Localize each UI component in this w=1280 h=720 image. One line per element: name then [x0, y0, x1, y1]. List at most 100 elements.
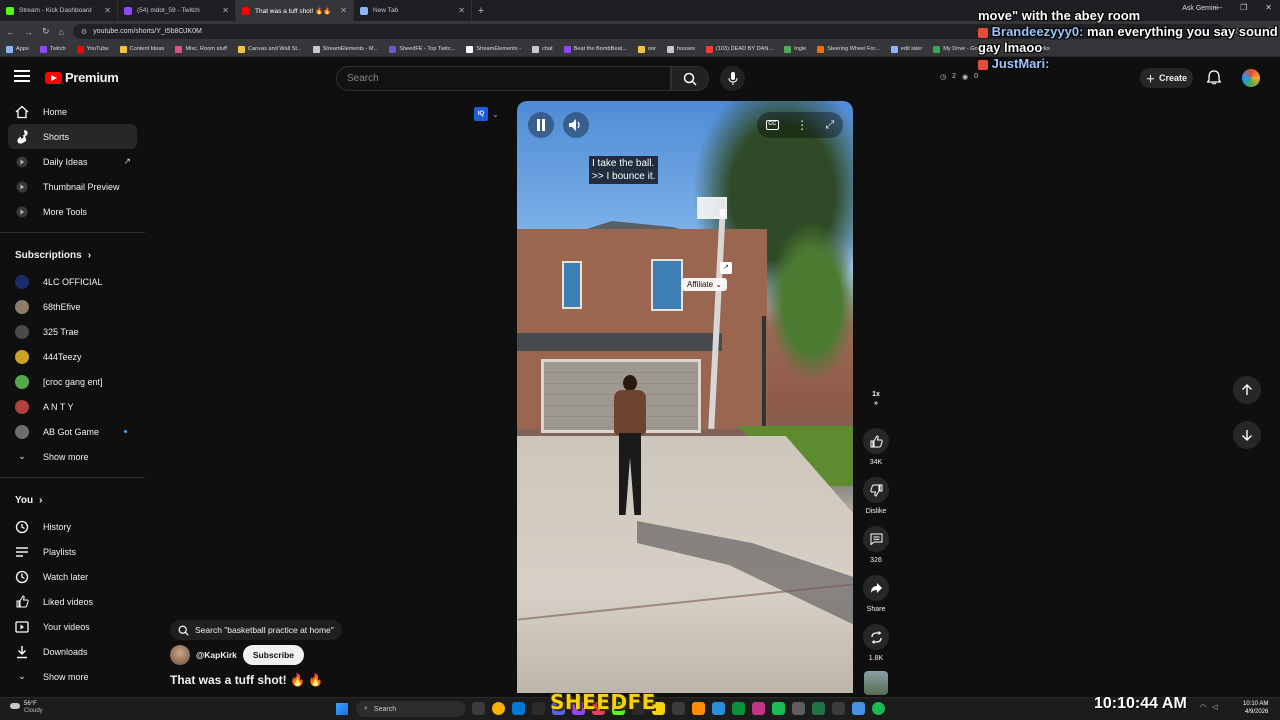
sidebar-item-daily-ideas[interactable]: Daily Ideas ↗ — [0, 149, 145, 174]
bookmark-item[interactable]: Misc. Room stuff — [175, 45, 227, 53]
subscription-item[interactable]: 325 Trae — [0, 319, 145, 344]
subscriptions-heading[interactable]: Subscriptions › — [0, 241, 145, 269]
sidebar-item-watch-later[interactable]: Watch later — [0, 564, 145, 589]
sidebar-item-downloads[interactable]: Downloads — [0, 639, 145, 664]
subscription-item[interactable]: AB Got Game — [0, 419, 145, 444]
system-clock[interactable]: 10:10 AM 4/9/2026 — [1243, 700, 1268, 716]
search-input[interactable]: Search — [336, 66, 671, 91]
taskbar-search[interactable]: ⌕ Search — [356, 701, 466, 717]
search-suggestion-chip[interactable]: Search "basketball practice at home" — [170, 620, 342, 640]
site-info-icon[interactable]: ⚙ — [81, 28, 87, 36]
reload-icon[interactable]: ↻ — [42, 26, 50, 37]
subscription-item[interactable]: A N T Y — [0, 394, 145, 419]
close-tab-icon[interactable]: ✕ — [222, 6, 229, 15]
you-heading[interactable]: You › — [0, 486, 145, 514]
close-tab-icon[interactable]: ✕ — [104, 6, 111, 15]
bookmark-item[interactable]: Content Ideas — [119, 45, 164, 53]
bookmark-item[interactable]: chat — [532, 45, 553, 53]
bookmark-item[interactable]: Canvas and Wall St... — [238, 45, 302, 53]
sidebar-item-thumbnail-preview[interactable]: Thumbnail Preview — [0, 174, 145, 199]
bookmark-item[interactable]: Ingle — [784, 45, 806, 53]
sidebar-item-shorts[interactable]: Shorts — [8, 124, 137, 149]
affiliate-tag[interactable]: Affiliate ⌄ — [682, 278, 728, 291]
bookmark-item[interactable]: StreamElements - M... — [312, 45, 378, 53]
app-icon[interactable] — [752, 702, 765, 715]
app-icon[interactable] — [772, 702, 785, 715]
app-icon[interactable] — [792, 702, 805, 715]
subscription-item[interactable]: [croc gang ent] — [0, 369, 145, 394]
bookmark-item[interactable]: Apps — [6, 45, 29, 53]
browser-tab[interactable]: Stream - Kick Dashboard ✕ — [0, 0, 118, 21]
captions-icon[interactable]: CC — [765, 120, 779, 130]
previous-short-button[interactable] — [1233, 376, 1261, 404]
guide-menu-icon[interactable] — [14, 70, 30, 82]
home-browser-icon[interactable]: ⌂ — [59, 27, 64, 37]
bookmark-item[interactable]: (103) DEAD BY DAN... — [705, 45, 773, 53]
bookmark-item[interactable]: Beat the BombBeat... — [563, 45, 627, 53]
app-icon[interactable] — [692, 702, 705, 715]
excel-icon[interactable] — [812, 702, 825, 715]
show-more-subscriptions[interactable]: ⌄ Show more — [0, 444, 145, 469]
next-short-button[interactable] — [1233, 421, 1261, 449]
notifications-button[interactable] — [1206, 70, 1222, 88]
bookmark-item[interactable]: StreamElements - — [466, 45, 521, 53]
external-link-icon[interactable]: ↗ — [720, 262, 732, 274]
subscribe-button[interactable]: Subscribe — [242, 645, 304, 665]
pause-button[interactable] — [528, 112, 554, 138]
speaker-icon[interactable]: ◁ — [1212, 703, 1217, 711]
fullscreen-icon[interactable]: ⤢ — [825, 119, 834, 132]
dislike-button[interactable] — [863, 477, 889, 503]
share-button[interactable] — [863, 575, 889, 601]
app-icon[interactable] — [732, 702, 745, 715]
browser-tab[interactable]: (54) mdot_59 - Twitch ✕ — [118, 0, 236, 21]
extension-tool[interactable]: IQ ⌄ — [474, 107, 499, 121]
bookmark-item[interactable]: houses — [666, 45, 695, 53]
weather-widget[interactable]: 56°F Cloudy — [10, 701, 43, 715]
bookmark-item[interactable]: Steering Wheel For... — [817, 45, 880, 53]
subscription-item[interactable]: 4LC OFFICIAL — [0, 269, 145, 294]
file-explorer-icon[interactable] — [472, 702, 485, 715]
channel-avatar[interactable] — [170, 645, 190, 665]
bookmark-item[interactable]: YouTube — [76, 45, 109, 53]
app-icon[interactable] — [852, 702, 865, 715]
sidebar-item-more-tools[interactable]: More Tools — [0, 199, 145, 224]
windows-start-icon[interactable] — [336, 703, 348, 715]
shorts-video-player[interactable]: CC ⋮ ⤢ I take the ball. >> I bounce it. … — [517, 101, 853, 693]
app-icon[interactable] — [832, 702, 845, 715]
edge-icon[interactable] — [512, 702, 525, 715]
subscription-item[interactable]: 444Teezy — [0, 344, 145, 369]
wifi-icon[interactable]: ◠ — [1200, 703, 1206, 711]
app-icon[interactable] — [712, 702, 725, 715]
voice-search-button[interactable] — [720, 66, 745, 91]
like-button[interactable] — [863, 428, 889, 454]
browser-tab[interactable]: New Tab ✕ — [354, 0, 472, 21]
bookmark-item[interactable]: Twitch — [39, 45, 66, 53]
new-tab-icon[interactable]: + — [472, 5, 490, 17]
terminal-icon[interactable] — [532, 702, 545, 715]
bookmark-item[interactable]: SheedFE - Top Twitc... — [389, 45, 455, 53]
sound-thumbnail[interactable] — [864, 671, 888, 695]
more-options-icon[interactable]: ⋮ — [796, 118, 808, 132]
bookmark-item[interactable]: edit later — [890, 45, 922, 53]
sidebar-item-playlists[interactable]: Playlists — [0, 539, 145, 564]
remix-button[interactable] — [863, 624, 889, 650]
bookmark-item[interactable]: oor — [637, 45, 656, 53]
sidebar-item-liked-videos[interactable]: Liked videos — [0, 589, 145, 614]
search-button[interactable] — [671, 66, 709, 91]
subscription-item[interactable]: 68thEfive — [0, 294, 145, 319]
sidebar-item-your-videos[interactable]: Your videos — [0, 614, 145, 639]
spotify-icon[interactable] — [872, 702, 885, 715]
back-icon[interactable]: ← — [6, 27, 15, 37]
channel-handle[interactable]: @KapKirk — [196, 650, 237, 660]
forward-icon[interactable]: → — [24, 27, 33, 37]
close-tab-icon[interactable]: ✕ — [458, 6, 465, 15]
mute-button[interactable] — [563, 112, 589, 138]
comments-button[interactable] — [863, 526, 889, 552]
app-icon[interactable] — [672, 702, 685, 715]
sidebar-item-home[interactable]: Home — [0, 99, 145, 124]
browser-tab[interactable]: That was a tuff shot! 🔥🔥 ✕ — [236, 0, 354, 21]
show-more-you[interactable]: ⌄ Show more — [0, 664, 145, 689]
youtube-premium-logo[interactable]: Premium — [45, 70, 119, 85]
chrome-icon[interactable] — [492, 702, 505, 715]
close-tab-icon[interactable]: ✕ — [340, 6, 347, 15]
